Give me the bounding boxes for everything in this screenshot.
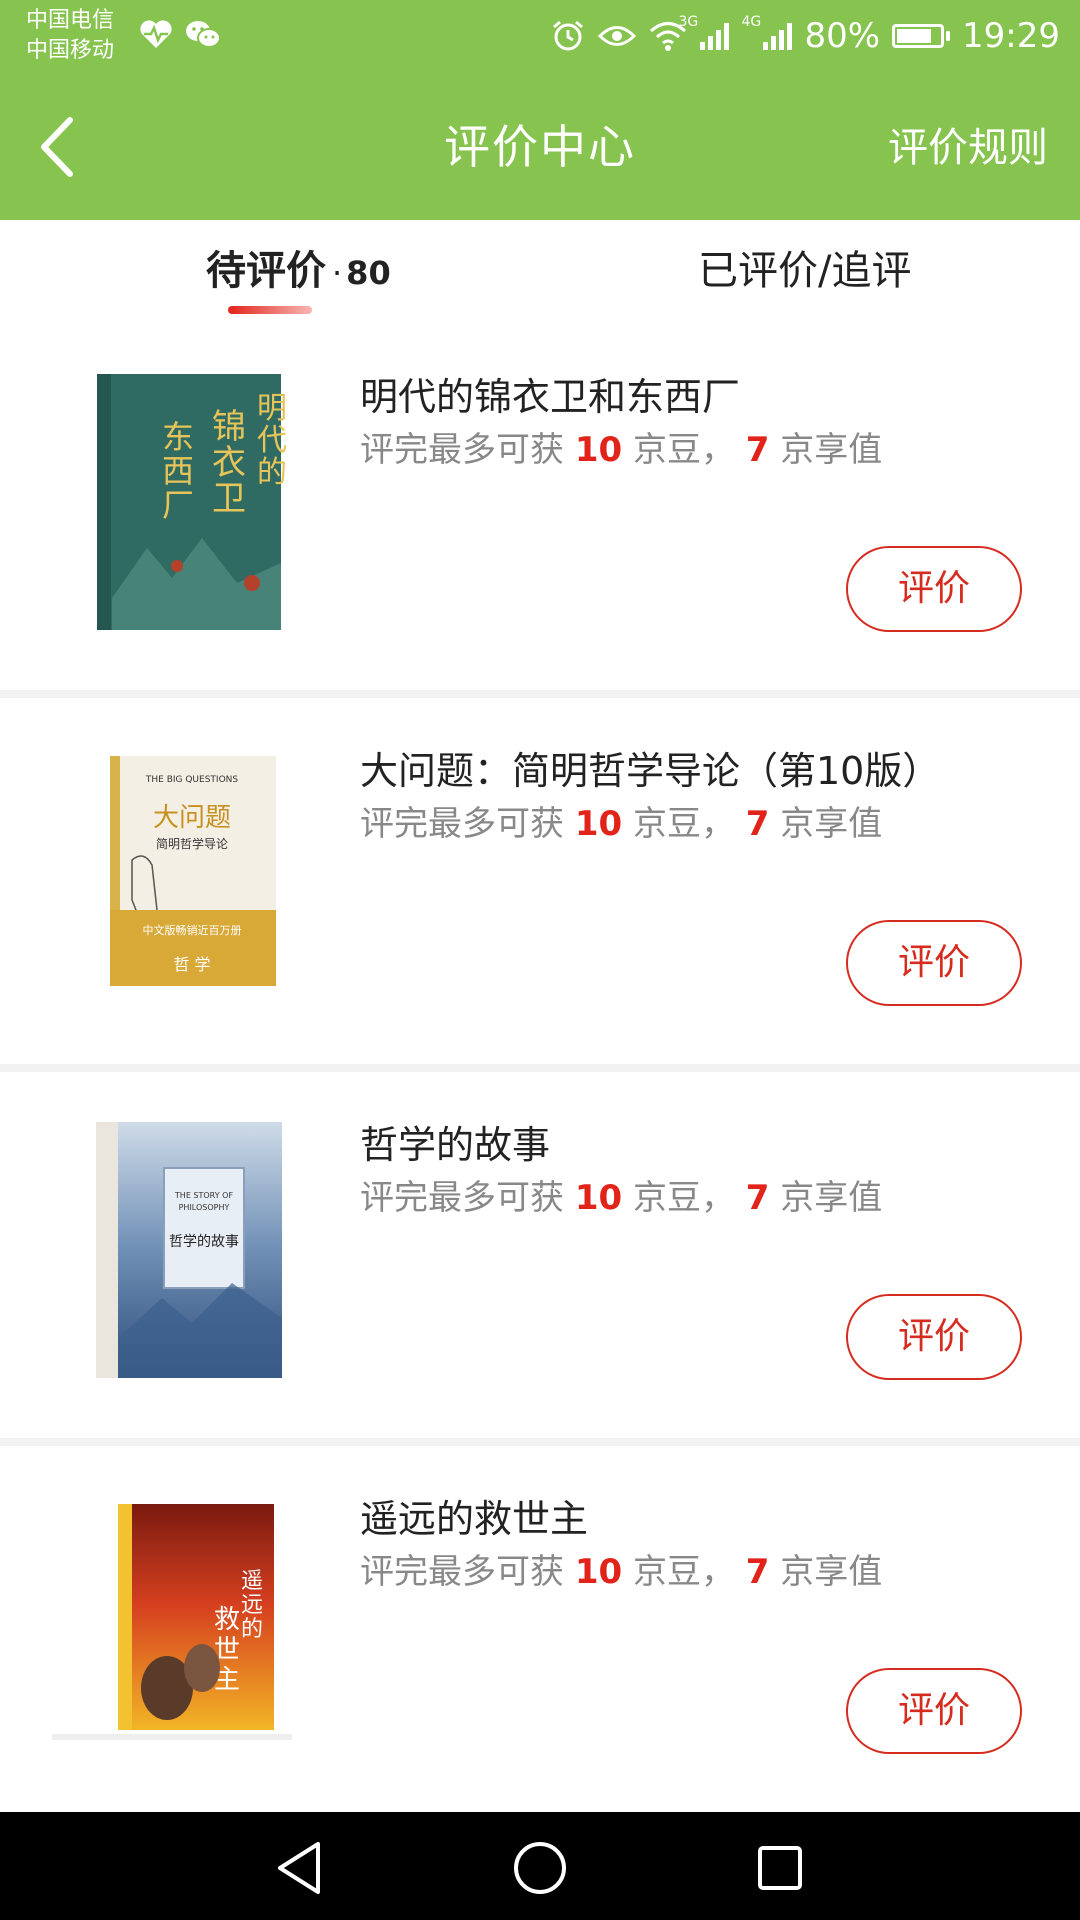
list-item: THE BIG QUESTIONS 大问题 简明哲学导论 中文版畅销近百万册 哲…: [0, 698, 1080, 1072]
recents-square-icon[interactable]: [748, 1836, 812, 1900]
points-unit: 京享值: [780, 430, 883, 470]
svg-text:中文版畅销近百万册: 中文版畅销近百万册: [143, 923, 242, 937]
product-cover-image[interactable]: THE BIG QUESTIONS 大问题 简明哲学导论 中文版畅销近百万册 哲…: [52, 750, 292, 1014]
heartbeat-icon: [140, 20, 172, 48]
review-button[interactable]: 评价: [846, 1294, 1022, 1380]
pending-review-list: 明 代 的 锦 衣 卫 东 西 厂 明代的锦衣卫和东西厂 评完最多可获 10 京…: [0, 324, 1080, 1812]
product-title[interactable]: 大问题：简明哲学导论（第10版）: [360, 740, 940, 795]
network-type-1: 3G: [678, 14, 699, 30]
reward-info: 评完最多可获 10 京豆， 7 京享值: [360, 1544, 882, 1593]
svg-text:THE BIG QUESTIONS: THE BIG QUESTIONS: [145, 775, 239, 785]
svg-text:厂: 厂: [162, 486, 194, 524]
wechat-icon: [186, 21, 221, 48]
network-type-2: 4G: [741, 14, 762, 30]
beans-unit: 京豆，: [632, 430, 735, 470]
svg-text:救: 救: [214, 1605, 240, 1635]
alarm-icon: [553, 20, 584, 51]
product-title[interactable]: 明代的锦衣卫和东西厂: [360, 366, 740, 421]
status-right: 3G 4G 80% 19:29: [550, 12, 1060, 60]
beans-value: 10: [574, 430, 623, 470]
reward-prefix: 评完最多可获: [360, 1178, 564, 1218]
points-value: 7: [745, 1178, 770, 1218]
tab-separator: ·: [332, 254, 343, 292]
points-value: 7: [745, 804, 770, 844]
list-item: THE STORY OF PHILOSOPHY 哲学的故事 哲学的故事 评完最多…: [0, 1072, 1080, 1446]
svg-text:哲学的故事: 哲学的故事: [169, 1234, 239, 1250]
review-button[interactable]: 评价: [846, 920, 1022, 1006]
points-value: 7: [745, 430, 770, 470]
svg-text:THE STORY OF: THE STORY OF: [174, 1191, 234, 1200]
reward-info: 评完最多可获 10 京豆， 7 京享值: [360, 796, 882, 845]
product-title[interactable]: 遥远的救世主: [360, 1488, 588, 1543]
battery-percent: 80%: [804, 16, 881, 56]
svg-text:遥: 遥: [241, 1569, 263, 1594]
tab-pending-count: 80: [346, 254, 391, 292]
svg-text:代: 代: [257, 423, 287, 458]
eye-icon: [598, 26, 637, 46]
signal-icon: 4G: [741, 14, 793, 50]
review-button[interactable]: 评价: [846, 546, 1022, 632]
active-tab-indicator: [228, 306, 312, 314]
review-button[interactable]: 评价: [846, 1668, 1022, 1754]
carrier-1: 中国电信: [26, 8, 115, 33]
product-title[interactable]: 哲学的故事: [360, 1114, 550, 1169]
tab-pending-label: 待评价: [206, 248, 326, 294]
back-triangle-icon[interactable]: [268, 1836, 332, 1900]
points-unit: 京享值: [780, 804, 883, 844]
svg-text:哲 学: 哲 学: [173, 955, 210, 974]
svg-text:远: 远: [241, 1593, 263, 1618]
svg-text:大问题: 大问题: [153, 803, 231, 833]
app-header: 评价中心 评价规则: [0, 74, 1080, 220]
reward-prefix: 评完最多可获: [360, 1552, 564, 1592]
list-item: 遥 远 的 救 世 主 遥远的救世主 评完最多可获 10 京豆， 7 京享值 评…: [0, 1446, 1080, 1812]
battery-icon: [892, 24, 951, 48]
tab-pending[interactable]: 待评价 · 80: [206, 238, 391, 296]
svg-text:西: 西: [162, 452, 194, 490]
notification-icons: [138, 18, 222, 50]
reward-info: 评完最多可获 10 京豆， 7 京享值: [360, 422, 882, 471]
beans-value: 10: [574, 1178, 623, 1218]
tab-reviewed[interactable]: 已评价/追评: [698, 238, 911, 296]
status-bar: 中国电信 中国移动 3G 4G 80% 19:29: [0, 0, 1080, 74]
reward-prefix: 评完最多可获: [360, 430, 564, 470]
beans-value: 10: [574, 804, 623, 844]
review-rules-link[interactable]: 评价规则: [888, 122, 1048, 174]
svg-text:锦: 锦: [212, 407, 246, 447]
svg-text:明: 明: [257, 391, 287, 426]
svg-text:简明哲学导论: 简明哲学导论: [156, 836, 228, 851]
svg-text:的: 的: [241, 1617, 263, 1642]
reward-prefix: 评完最多可获: [360, 804, 564, 844]
svg-text:PHILOSOPHY: PHILOSOPHY: [179, 1203, 230, 1212]
points-unit: 京享值: [780, 1178, 883, 1218]
signal-icon: 3G: [678, 14, 730, 50]
beans-unit: 京豆，: [632, 1552, 735, 1592]
beans-unit: 京豆，: [632, 1178, 735, 1218]
system-navigation-bar: [0, 1812, 1080, 1920]
home-circle-icon[interactable]: [508, 1836, 572, 1900]
svg-text:东: 东: [162, 418, 194, 456]
product-cover-image[interactable]: 明 代 的 锦 衣 卫 东 西 厂: [52, 368, 292, 632]
carrier-info: 中国电信 中国移动: [26, 6, 114, 66]
svg-text:衣: 衣: [212, 443, 246, 483]
clock: 19:29: [962, 16, 1060, 56]
svg-text:的: 的: [257, 455, 287, 490]
points-unit: 京享值: [780, 1552, 883, 1592]
list-item: 明 代 的 锦 衣 卫 东 西 厂 明代的锦衣卫和东西厂 评完最多可获 10 京…: [0, 324, 1080, 698]
svg-text:卫: 卫: [212, 479, 246, 519]
product-cover-image[interactable]: THE STORY OF PHILOSOPHY 哲学的故事: [52, 1118, 292, 1382]
product-cover-image[interactable]: 遥 远 的 救 世 主: [52, 1498, 292, 1762]
review-tabs: 待评价 · 80 已评价/追评: [0, 220, 1080, 324]
beans-unit: 京豆，: [632, 804, 735, 844]
carrier-2: 中国移动: [26, 38, 115, 63]
points-value: 7: [745, 1552, 770, 1592]
beans-value: 10: [574, 1552, 623, 1592]
reward-info: 评完最多可获 10 京豆， 7 京享值: [360, 1170, 882, 1219]
